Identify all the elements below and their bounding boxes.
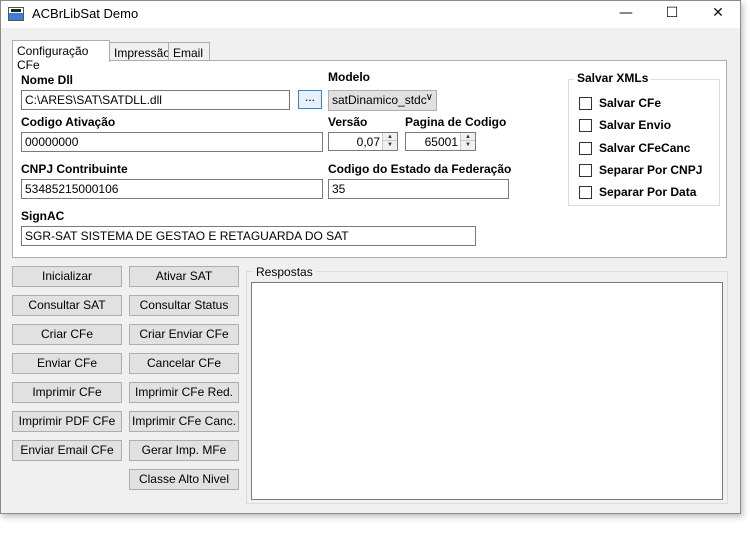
pagina-codigo-down-arrow-icon[interactable]: ▼ xyxy=(461,141,475,149)
inicializar-button[interactable]: Inicializar xyxy=(12,266,122,287)
versao-down-arrow-icon[interactable]: ▼ xyxy=(383,141,397,149)
imprimir-cfe-button[interactable]: Imprimir CFe xyxy=(12,382,122,403)
window-title: ACBrLibSat Demo xyxy=(32,6,139,21)
consultar-status-button[interactable]: Consultar Status xyxy=(129,295,239,316)
tab-email[interactable]: Email xyxy=(168,42,210,62)
separar-por-data-checkbox[interactable]: Separar Por Data xyxy=(579,185,696,199)
respostas-textarea[interactable] xyxy=(251,282,723,500)
checkbox-icon xyxy=(579,141,592,155)
checkbox-icon xyxy=(579,96,592,110)
chevron-down-icon: ∨ xyxy=(425,92,433,103)
maximize-button[interactable]: ☐ xyxy=(649,1,695,28)
codigo-ativacao-label: Codigo Ativação xyxy=(21,115,116,129)
respostas-group: Respostas xyxy=(246,265,728,504)
separar-por-cnpj-checkbox[interactable]: Separar Por CNPJ xyxy=(579,163,702,177)
modelo-select[interactable]: satDinamico_stdc ∨ xyxy=(328,90,437,111)
salvar-xmls-group: Salvar XMLs Salvar CFe Salvar Envio Salv… xyxy=(568,71,720,206)
salvar-cfecanc-checkbox[interactable]: Salvar CFeCanc xyxy=(579,141,690,155)
imprimir-pdf-cfe-button[interactable]: Imprimir PDF CFe xyxy=(12,411,122,432)
close-button[interactable]: ✕ xyxy=(695,1,741,28)
signac-input[interactable]: SGR-SAT SISTEMA DE GESTAO E RETAGUARDA D… xyxy=(21,226,476,246)
versao-label: Versão xyxy=(328,115,368,129)
enviar-cfe-button[interactable]: Enviar CFe xyxy=(12,353,122,374)
checkbox-icon xyxy=(579,163,592,177)
signac-label: SignAC xyxy=(21,209,65,223)
salvar-cfe-checkbox[interactable]: Salvar CFe xyxy=(579,96,661,110)
checkbox-icon xyxy=(579,118,592,132)
salvar-cfe-label: Salvar CFe xyxy=(599,96,662,110)
cancelar-cfe-button[interactable]: Cancelar CFe xyxy=(129,353,239,374)
pagina-codigo-stepper[interactable]: 65001 ▲ ▼ xyxy=(405,132,476,151)
consultar-sat-button[interactable]: Consultar SAT xyxy=(12,295,122,316)
minimize-button[interactable]: — xyxy=(603,1,649,28)
pagina-codigo-value: 65001 xyxy=(424,135,458,149)
criar-enviar-cfe-button[interactable]: Criar Enviar CFe xyxy=(129,324,239,345)
cnpj-input[interactable]: 53485215000106 xyxy=(21,179,323,199)
imprimir-cfe-canc-button[interactable]: Imprimir CFe Canc. xyxy=(129,411,239,432)
cnpj-label: CNPJ Contribuinte xyxy=(21,162,128,176)
title-bar[interactable]: ACBrLibSat Demo — ☐ ✕ xyxy=(1,1,740,28)
codigo-ativacao-input[interactable]: 00000000 xyxy=(21,132,323,152)
versao-up-arrow-icon[interactable]: ▲ xyxy=(383,133,397,141)
pagina-codigo-up-arrow-icon[interactable]: ▲ xyxy=(461,133,475,141)
separar-por-data-label: Separar Por Data xyxy=(599,185,697,199)
main-window: ACBrLibSat Demo — ☐ ✕ Configuração CFe I… xyxy=(0,0,741,514)
tab-impressao[interactable]: Impressão xyxy=(109,42,170,62)
nome-dll-input[interactable]: C:\ARES\SAT\SATDLL.dll xyxy=(21,90,290,110)
salvar-cfecanc-label: Salvar CFeCanc xyxy=(599,141,691,155)
respostas-title: Respostas xyxy=(253,265,316,279)
criar-cfe-button[interactable]: Criar CFe xyxy=(12,324,122,345)
nome-dll-label: Nome Dll xyxy=(21,73,74,87)
classe-alto-nivel-button[interactable]: Classe Alto Nivel xyxy=(129,469,239,490)
versao-value: 0,07 xyxy=(356,135,380,149)
config-cfe-panel: Nome Dll C:\ARES\SAT\SATDLL.dll ... Mode… xyxy=(12,60,727,258)
codigo-estado-label: Codigo do Estado da Federação xyxy=(328,162,512,176)
gerar-imp-mfe-button[interactable]: Gerar Imp. MFe xyxy=(129,440,239,461)
versao-stepper[interactable]: 0,07 ▲ ▼ xyxy=(328,132,398,151)
pagina-codigo-label: Pagina de Codigo xyxy=(405,115,507,129)
versao-spin-buttons: ▲ ▼ xyxy=(382,133,397,150)
codigo-estado-input[interactable]: 35 xyxy=(328,179,509,199)
app-icon xyxy=(8,7,24,21)
ativar-sat-button[interactable]: Ativar SAT xyxy=(129,266,239,287)
checkbox-icon xyxy=(579,185,592,199)
browse-dll-button[interactable]: ... xyxy=(298,90,322,109)
salvar-envio-label: Salvar Envio xyxy=(599,118,672,132)
imprimir-cfe-red-button[interactable]: Imprimir CFe Red. xyxy=(129,382,239,403)
salvar-xmls-title: Salvar XMLs xyxy=(574,71,652,85)
enviar-email-cfe-button[interactable]: Enviar Email CFe xyxy=(12,440,122,461)
tab-configuracao-cfe[interactable]: Configuração CFe xyxy=(12,40,110,72)
pagina-codigo-spin-buttons: ▲ ▼ xyxy=(460,133,475,150)
modelo-label: Modelo xyxy=(328,70,370,84)
salvar-envio-checkbox[interactable]: Salvar Envio xyxy=(579,118,671,132)
modelo-selected-value: satDinamico_stdc xyxy=(332,93,427,107)
separar-por-cnpj-label: Separar Por CNPJ xyxy=(599,163,703,177)
